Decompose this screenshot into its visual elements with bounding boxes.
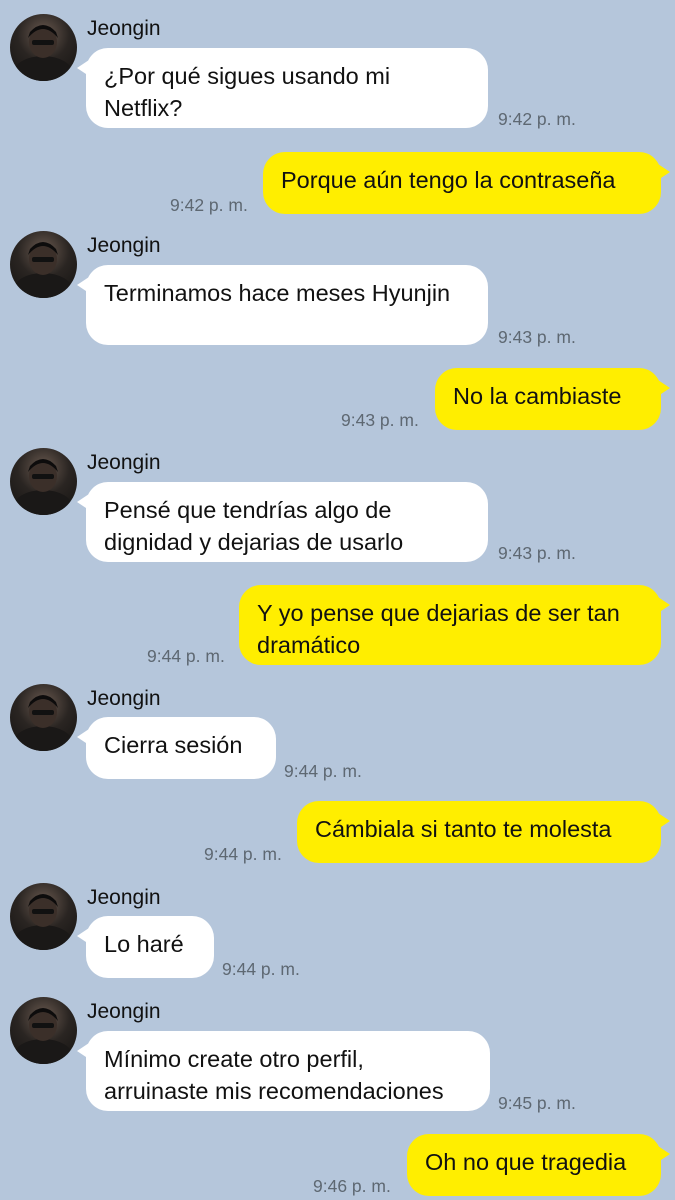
message-bubble[interactable]: ¿Por qué sigues usando mi Netflix?	[77, 48, 488, 128]
contact-avatar[interactable]	[10, 231, 77, 298]
message-bubble[interactable]: Mínimo create otro perfil, arruinaste mi…	[77, 1031, 490, 1111]
message-timestamp: 9:44 p. m.	[147, 646, 225, 666]
message-text: No la cambiaste	[453, 383, 622, 409]
contact-avatar[interactable]	[10, 684, 77, 751]
incoming-message: Jeongin Pensé que tendrías algo de digni…	[0, 448, 675, 568]
message-text: ¿Por qué sigues usando mi Netflix?	[104, 63, 391, 121]
outgoing-message: No la cambiaste 9:43 p. m.	[0, 368, 675, 432]
outgoing-message: Cámbiala si tanto te molesta 9:44 p. m.	[0, 801, 675, 865]
sender-name: Jeongin	[87, 1000, 161, 1023]
chat-thread: Jeongin ¿Por qué sigues usando mi Netfli…	[0, 0, 675, 1200]
message-bubble[interactable]: Terminamos hace meses Hyunjin	[77, 265, 488, 345]
message-timestamp: 9:43 p. m.	[498, 543, 576, 563]
message-timestamp: 9:46 p. m.	[313, 1176, 391, 1196]
outgoing-message: Y yo pense que dejarias de ser tan dramá…	[0, 585, 675, 669]
message-text: Lo haré	[104, 931, 184, 957]
message-timestamp: 9:45 p. m.	[498, 1093, 576, 1113]
message-text: Porque aún tengo la contraseña	[281, 167, 616, 193]
incoming-message: Jeongin Mínimo create otro perfil, arrui…	[0, 997, 675, 1117]
outgoing-message: Porque aún tengo la contraseña 9:42 p. m…	[0, 152, 675, 216]
message-bubble[interactable]: Pensé que tendrías algo de dignidad y de…	[77, 482, 488, 562]
incoming-message: Jeongin Terminamos hace meses Hyunjin 9:…	[0, 231, 675, 351]
sender-name: Jeongin	[87, 17, 161, 40]
message-text: Terminamos hace meses Hyunjin	[104, 280, 451, 306]
message-bubble[interactable]: Lo haré	[77, 916, 214, 978]
contact-avatar[interactable]	[10, 448, 77, 515]
sender-name: Jeongin	[87, 886, 161, 909]
message-bubble[interactable]: Oh no que tragedia	[407, 1134, 670, 1196]
message-timestamp: 9:43 p. m.	[341, 410, 419, 430]
incoming-message: Jeongin Lo haré 9:44 p. m.	[0, 883, 675, 983]
message-timestamp: 9:44 p. m.	[204, 844, 282, 864]
message-text: Y yo pense que dejarias de ser tan dramá…	[257, 600, 620, 658]
message-timestamp: 9:43 p. m.	[498, 327, 576, 347]
contact-avatar[interactable]	[10, 883, 77, 950]
message-text: Cierra sesión	[104, 732, 243, 758]
incoming-message: Jeongin Cierra sesión 9:44 p. m.	[0, 684, 675, 784]
sender-name: Jeongin	[87, 687, 161, 710]
message-timestamp: 9:44 p. m.	[222, 959, 300, 979]
sender-name: Jeongin	[87, 451, 161, 474]
message-bubble[interactable]: Porque aún tengo la contraseña	[263, 152, 670, 214]
message-text: Oh no que tragedia	[425, 1149, 627, 1175]
message-timestamp: 9:44 p. m.	[284, 761, 362, 781]
message-bubble[interactable]: Cámbiala si tanto te molesta	[297, 801, 670, 863]
message-timestamp: 9:42 p. m.	[498, 109, 576, 129]
contact-avatar[interactable]	[10, 14, 77, 81]
message-timestamp: 9:42 p. m.	[170, 195, 248, 215]
sender-name: Jeongin	[87, 234, 161, 257]
message-text: Cámbiala si tanto te molesta	[315, 816, 612, 842]
contact-avatar[interactable]	[10, 997, 77, 1064]
outgoing-message: Oh no que tragedia 9:46 p. m.	[0, 1134, 675, 1198]
message-bubble[interactable]: Y yo pense que dejarias de ser tan dramá…	[239, 585, 670, 665]
message-text: Mínimo create otro perfil, arruinaste mi…	[104, 1046, 444, 1104]
message-bubble[interactable]: No la cambiaste	[435, 368, 670, 430]
message-text: Pensé que tendrías algo de dignidad y de…	[104, 497, 404, 555]
message-bubble[interactable]: Cierra sesión	[77, 717, 276, 779]
incoming-message: Jeongin ¿Por qué sigues usando mi Netfli…	[0, 14, 675, 134]
